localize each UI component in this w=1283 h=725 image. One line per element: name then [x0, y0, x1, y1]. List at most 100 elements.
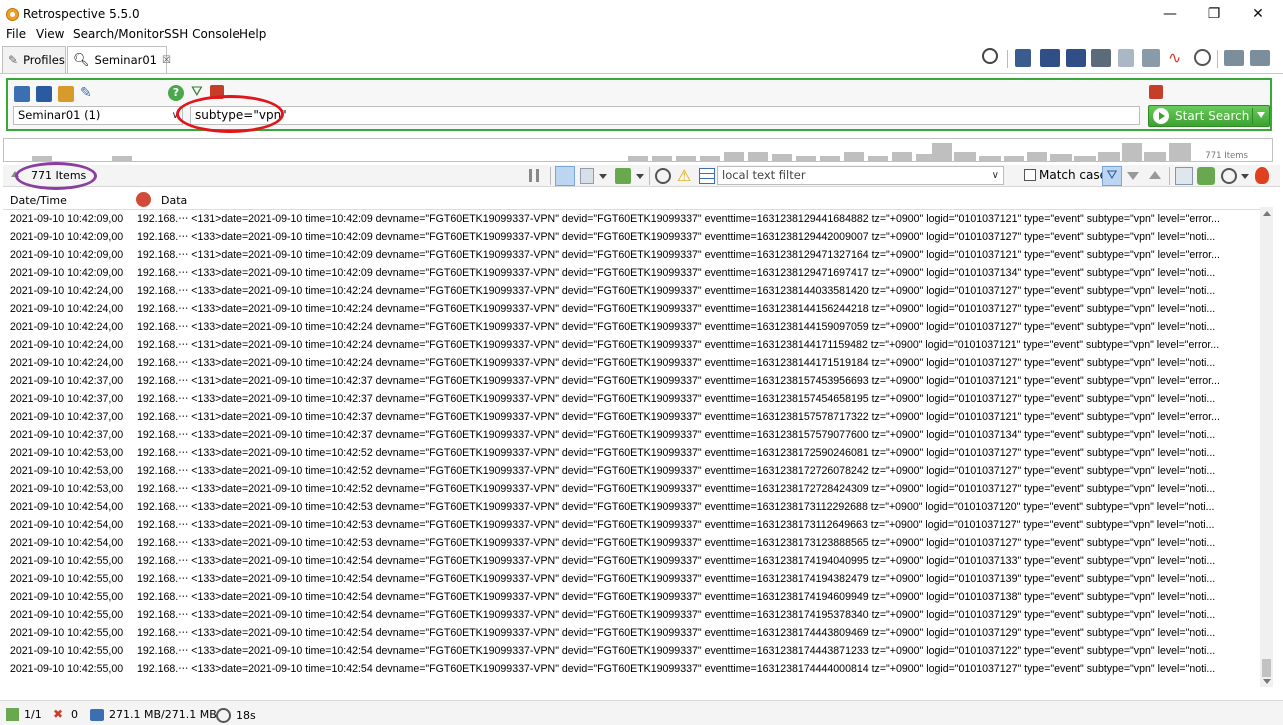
scroll-up-icon[interactable]: [1263, 211, 1271, 216]
table-row[interactable]: 2021-09-10 10:42:53,00 192.168.‧‧‧ <133>d…: [3, 481, 1263, 499]
table-row[interactable]: 2021-09-10 10:42:09,00 192.168.‧‧‧ <133>d…: [3, 265, 1263, 283]
table-row[interactable]: 2021-09-10 10:42:54,00 192.168.‧‧‧ <133>d…: [3, 517, 1263, 535]
table-row[interactable]: 2021-09-10 10:42:55,00 192.168.‧‧‧ <133>d…: [3, 571, 1263, 589]
table-row[interactable]: 2021-09-10 10:42:24,00 192.168.‧‧‧ <131>d…: [3, 337, 1263, 355]
wrap-text-icon[interactable]: [555, 166, 575, 186]
layout-icon[interactable]: [1224, 50, 1244, 66]
remote-agent-icon[interactable]: [1066, 49, 1086, 67]
scroll-thumb[interactable]: [1262, 659, 1271, 677]
row-data: 192.168.‧‧‧ <133>date=2021-09-10 time=10…: [137, 483, 1216, 495]
histogram-panel[interactable]: 771 Items: [3, 138, 1273, 162]
menu-ssh-console[interactable]: SSH Console: [164, 27, 240, 41]
new-search-icon[interactable]: [982, 48, 998, 64]
tab-profiles[interactable]: ✎ Profiles: [2, 46, 66, 73]
table-row[interactable]: 2021-09-10 10:42:37,00 192.168.‧‧‧ <133>d…: [3, 427, 1263, 445]
query-highlight-annotation: [176, 95, 284, 133]
row-data: 192.168.‧‧‧ <133>date=2021-09-10 time=10…: [137, 555, 1216, 567]
grid-icon[interactable]: [699, 168, 715, 184]
next-match-icon[interactable]: [1127, 172, 1139, 180]
monitor-icon[interactable]: [1091, 49, 1111, 67]
dropdown-arrow-icon[interactable]: [1257, 112, 1265, 118]
column-header-data[interactable]: Data: [161, 194, 187, 207]
table-row[interactable]: 2021-09-10 10:42:24,00 192.168.‧‧‧ <133>d…: [3, 283, 1263, 301]
histogram-bars: [4, 139, 1272, 161]
tree-icon[interactable]: [58, 86, 74, 102]
dropdown-arrow-icon[interactable]: [636, 174, 644, 179]
stop-icon[interactable]: [1149, 85, 1163, 99]
scan-agent-icon[interactable]: [1040, 49, 1060, 67]
table-row[interactable]: 2021-09-10 10:42:24,00 192.168.‧‧‧ <133>d…: [3, 319, 1263, 337]
table-row[interactable]: 2021-09-10 10:42:55,00 192.168.‧‧‧ <133>d…: [3, 625, 1263, 643]
export-icon[interactable]: [580, 168, 594, 184]
chart-icon[interactable]: [1175, 167, 1193, 185]
highlight-icon[interactable]: [615, 168, 631, 184]
menu-view[interactable]: View: [36, 27, 64, 41]
dropdown-arrow-icon[interactable]: [599, 174, 607, 179]
pulse-icon[interactable]: ∿: [1168, 49, 1188, 67]
close-button[interactable]: ✕: [1248, 4, 1268, 24]
table-row[interactable]: 2021-09-10 10:42:37,00 192.168.‧‧‧ <133>d…: [3, 391, 1263, 409]
split-view-icon[interactable]: [1250, 50, 1270, 66]
settings-icon[interactable]: [1221, 168, 1237, 184]
table-row[interactable]: 2021-09-10 10:42:09,00 192.168.‧‧‧ <131>d…: [3, 211, 1263, 229]
menu-search-monitor[interactable]: Search/Monitor: [73, 27, 164, 41]
pencil-icon[interactable]: ✎: [80, 85, 92, 101]
filter-mode-icon[interactable]: ⛛: [1102, 166, 1122, 186]
match-case-checkbox[interactable]: Match case: [1024, 168, 1107, 182]
menu-help[interactable]: Help: [239, 27, 266, 41]
title-bar: Retrospective 5.5.0 — ❐ ✕: [0, 0, 1283, 28]
close-tab-icon[interactable]: ☒: [162, 55, 171, 66]
status-bar: 1/1 ✖ 0 271.1 MB/271.1 MB 18s: [0, 700, 1283, 725]
histogram-bar: [1169, 143, 1191, 161]
table-row[interactable]: 2021-09-10 10:42:55,00 192.168.‧‧‧ <133>d…: [3, 553, 1263, 571]
chevron-down-icon[interactable]: ∨: [992, 167, 999, 184]
table-row[interactable]: 2021-09-10 10:42:24,00 192.168.‧‧‧ <133>d…: [3, 355, 1263, 373]
previous-match-icon[interactable]: [1149, 171, 1161, 179]
tree-view-icon[interactable]: [1197, 167, 1215, 185]
table-row[interactable]: 2021-09-10 10:42:37,00 192.168.‧‧‧ <131>d…: [3, 373, 1263, 391]
table-row[interactable]: 2021-09-10 10:42:53,00 192.168.‧‧‧ <133>d…: [3, 463, 1263, 481]
table-row[interactable]: 2021-09-10 10:42:55,00 192.168.‧‧‧ <133>d…: [3, 643, 1263, 661]
pause-icon[interactable]: [529, 169, 539, 182]
tab-seminar01[interactable]: 🔍︎ Seminar01 ☒: [67, 46, 171, 73]
row-data: 192.168.‧‧‧ <133>date=2021-09-10 time=10…: [137, 285, 1216, 297]
maximize-button[interactable]: ❐: [1204, 4, 1224, 24]
table-row[interactable]: 2021-09-10 10:42:24,00 192.168.‧‧‧ <133>d…: [3, 301, 1263, 319]
database-icon[interactable]: [1142, 49, 1160, 67]
vertical-scrollbar[interactable]: [1260, 207, 1273, 687]
clear-results-icon[interactable]: [1255, 167, 1269, 184]
table-row[interactable]: 2021-09-10 10:42:37,00 192.168.‧‧‧ <131>d…: [3, 409, 1263, 427]
scroll-down-icon[interactable]: [1263, 679, 1271, 684]
row-datetime: 2021-09-10 10:42:24,00: [10, 321, 124, 333]
table-row[interactable]: 2021-09-10 10:42:55,00 192.168.‧‧‧ <133>d…: [3, 661, 1263, 679]
table-row[interactable]: 2021-09-10 10:42:55,00 192.168.‧‧‧ <133>d…: [3, 607, 1263, 625]
table-row[interactable]: 2021-09-10 10:42:53,00 192.168.‧‧‧ <133>d…: [3, 445, 1263, 463]
flag-icon[interactable]: [1015, 49, 1031, 67]
profile-icon[interactable]: [14, 86, 30, 102]
table-row[interactable]: 2021-09-10 10:42:54,00 192.168.‧‧‧ <133>d…: [3, 535, 1263, 553]
minimize-button[interactable]: —: [1160, 4, 1180, 24]
timer-icon[interactable]: [655, 168, 671, 184]
dropdown-arrow-icon[interactable]: [1241, 174, 1249, 179]
help-icon[interactable]: ?: [168, 85, 184, 101]
warning-icon[interactable]: ⚠: [677, 166, 691, 185]
profile-select[interactable]: Seminar01 (1) ∨: [13, 106, 183, 125]
clock-icon[interactable]: [1194, 49, 1211, 66]
column-header-datetime[interactable]: Date/Time: [10, 194, 67, 207]
menu-file[interactable]: File: [6, 27, 26, 41]
row-datetime: 2021-09-10 10:42:09,00: [10, 231, 124, 243]
start-search-button[interactable]: Start Search: [1148, 105, 1270, 127]
source-icon: [136, 192, 151, 207]
table-row[interactable]: 2021-09-10 10:42:09,00 192.168.‧‧‧ <131>d…: [3, 247, 1263, 265]
toolbar-divider: [649, 167, 650, 185]
local-text-filter-input[interactable]: local text filter ∨: [717, 166, 1004, 185]
search-query-input[interactable]: subtype="vpn": [190, 106, 1140, 125]
table-row[interactable]: 2021-09-10 10:42:54,00 192.168.‧‧‧ <133>d…: [3, 499, 1263, 517]
agents-icon[interactable]: [36, 86, 52, 102]
checkbox-box[interactable]: [1024, 169, 1036, 181]
table-row[interactable]: 2021-09-10 10:42:55,00 192.168.‧‧‧ <133>d…: [3, 589, 1263, 607]
row-data: 192.168.‧‧‧ <133>date=2021-09-10 time=10…: [137, 231, 1216, 243]
edit-icon[interactable]: [1118, 49, 1134, 67]
row-data: 192.168.‧‧‧ <133>date=2021-09-10 time=10…: [137, 447, 1216, 459]
table-row[interactable]: 2021-09-10 10:42:09,00 192.168.‧‧‧ <133>d…: [3, 229, 1263, 247]
